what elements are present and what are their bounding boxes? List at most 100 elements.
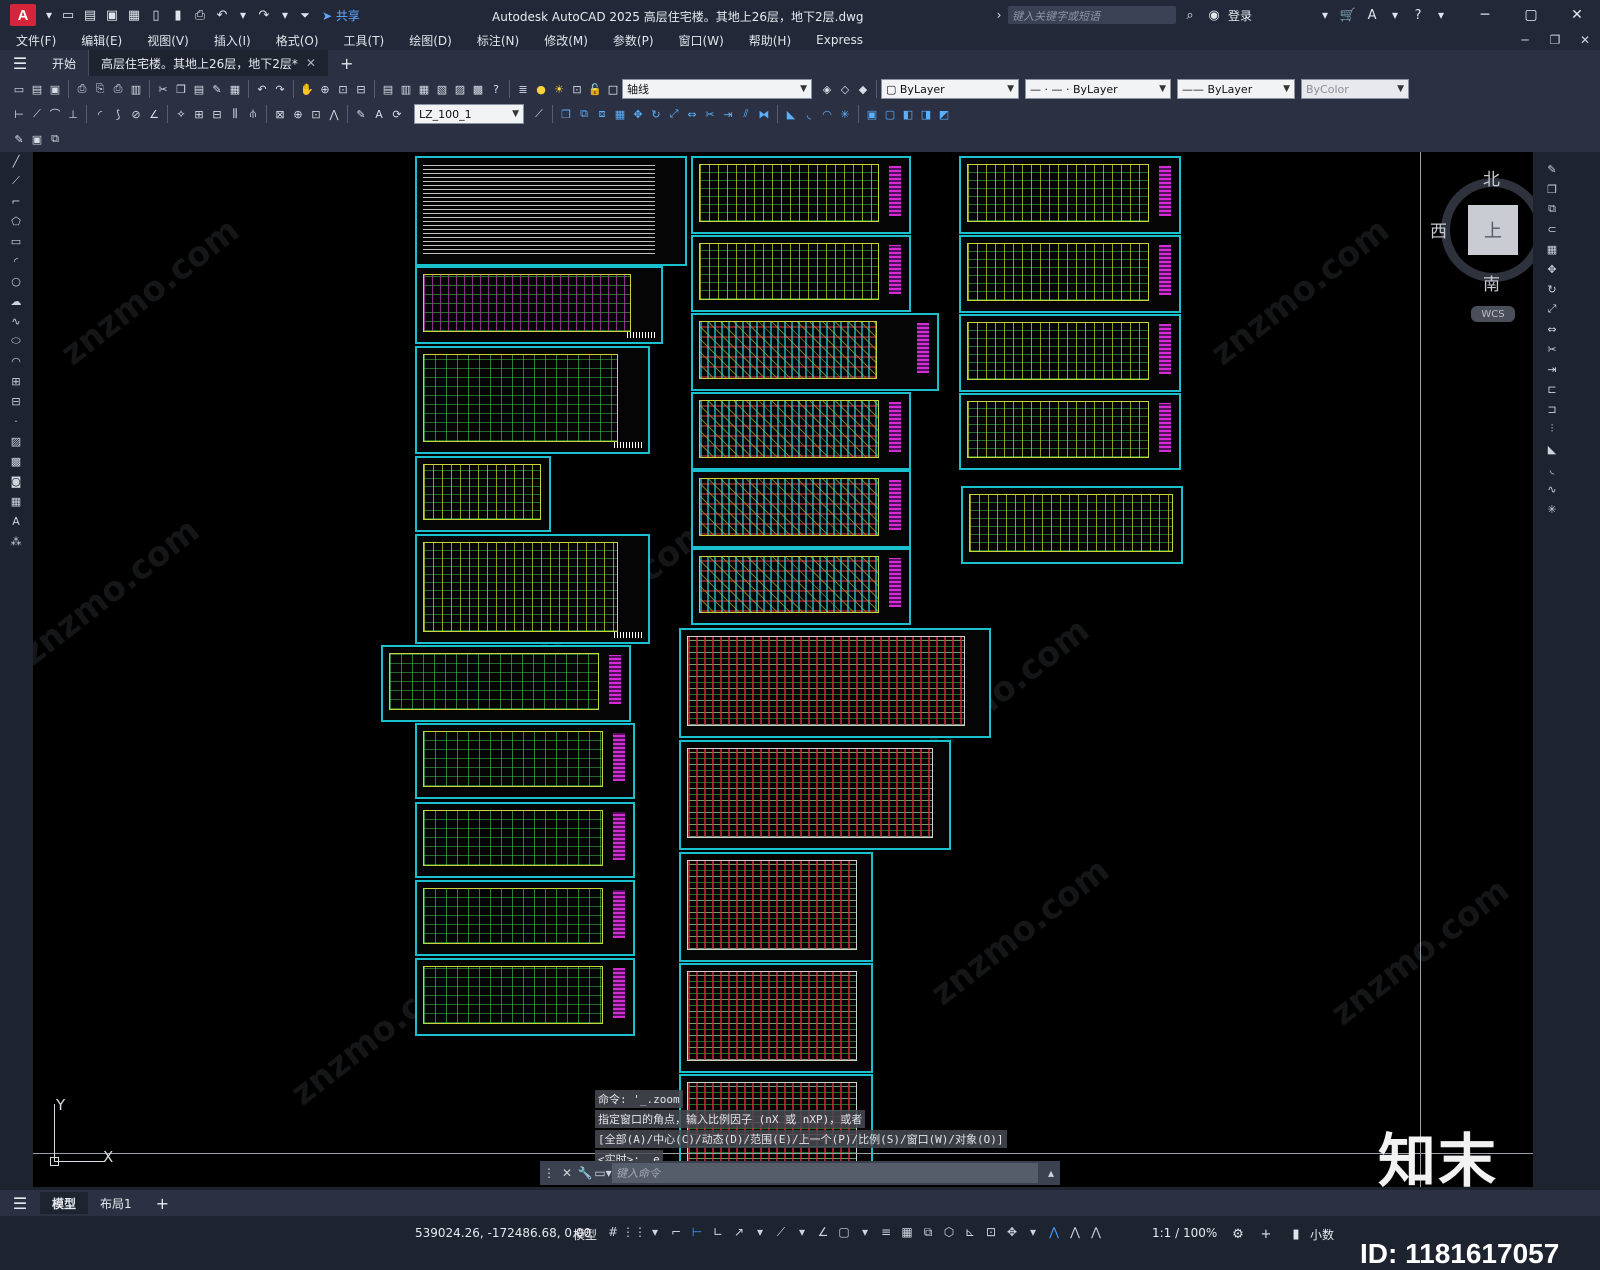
modify-break-icon[interactable]: ⫽ [737, 105, 755, 123]
undo-icon[interactable]: ↶ [212, 5, 232, 25]
add-selected-icon[interactable]: ⁂ [7, 532, 25, 550]
break-at-point-icon[interactable]: ⊏ [1543, 380, 1561, 398]
dim-update-icon[interactable]: ⟳ [388, 105, 406, 123]
lineweight-icon[interactable]: ≡ [877, 1222, 895, 1242]
gradient-icon[interactable]: ▩ [7, 452, 25, 470]
menu-file[interactable]: 文件(F) [16, 32, 56, 49]
new-icon[interactable]: ▭ [58, 5, 78, 25]
tb-redo-icon[interactable]: ↷ [271, 80, 289, 98]
open-web-icon[interactable]: ▯ [146, 5, 166, 25]
draworder-back-icon[interactable]: ▢ [881, 105, 899, 123]
tb-copy-icon[interactable]: ❐ [172, 80, 190, 98]
polygon-icon[interactable]: ⬠ [7, 212, 25, 230]
make-block-icon[interactable]: ⊟ [7, 392, 25, 410]
maximize-icon[interactable]: ▢ [1508, 0, 1554, 30]
tab-close-icon[interactable]: ✕ [306, 56, 316, 70]
compass-south[interactable]: 南 [1483, 270, 1500, 295]
ellipse-arc-icon[interactable]: ◠ [7, 352, 25, 370]
tab-document[interactable]: 高层住宅楼。其地上26层，地下2层* ✕ [89, 50, 328, 76]
tb-calculator-icon[interactable]: ▩ [469, 80, 487, 98]
modify-explode-icon[interactable]: ✳ [836, 105, 854, 123]
block-attribute-manager-icon[interactable]: ▣ [28, 130, 46, 148]
mtext-icon[interactable]: A [7, 512, 25, 530]
jogged-linear-icon[interactable]: ⋀ [325, 105, 343, 123]
dimstyle-dropdown[interactable]: LZ_100_1 ▼ [414, 104, 524, 124]
menu-express[interactable]: Express [816, 33, 863, 47]
infer-constraints-icon[interactable]: ⌐ [667, 1222, 685, 1242]
drawing-sheet[interactable] [961, 486, 1183, 564]
extend-icon[interactable]: ⇥ [1543, 360, 1561, 378]
3d-osnap-icon[interactable]: ⬡ [940, 1222, 958, 1242]
tb-help-icon[interactable]: ? [487, 80, 505, 98]
tolerance-icon[interactable]: ⊠ [271, 105, 289, 123]
drawing-sheet[interactable] [415, 880, 635, 956]
login-button[interactable]: 登录 [1228, 7, 1252, 24]
command-history-toggle-icon[interactable]: ▴ [1042, 1164, 1060, 1182]
drawing-sheet[interactable] [691, 235, 911, 312]
join-icon[interactable]: ⫶ [1543, 420, 1561, 438]
dim-diameter-icon[interactable]: ⊘ [127, 105, 145, 123]
tb-paste-icon[interactable]: ▤ [190, 80, 208, 98]
cursor-coordinates[interactable]: 539024.26, -172486.68, 0.00 [415, 1226, 591, 1240]
insert-block-icon[interactable]: ⊞ [7, 372, 25, 390]
menu-view[interactable]: 视图(V) [147, 32, 189, 49]
menu-modify[interactable]: 修改(M) [544, 32, 588, 49]
dim-aligned-icon[interactable]: ⟋ [28, 105, 46, 123]
search-expand-icon[interactable]: › [990, 6, 1008, 24]
menu-dimension[interactable]: 标注(N) [477, 32, 519, 49]
dim-radius-icon[interactable]: ◜ [91, 105, 109, 123]
modify-move-icon[interactable]: ✥ [629, 105, 647, 123]
layout-menu-icon[interactable]: ☰ [0, 1194, 40, 1213]
drawing-sheet[interactable] [415, 802, 635, 878]
modify-scale-icon[interactable]: ⤢ [665, 105, 683, 123]
modify-blend-icon[interactable]: ◠ [818, 105, 836, 123]
save-as-icon[interactable]: ▦ [124, 5, 144, 25]
dim-style-manager-icon[interactable]: ⟋ [530, 105, 548, 123]
login-dropdown-icon[interactable]: ▾ [1316, 6, 1334, 24]
object-snap-icon[interactable]: ▢ [835, 1222, 853, 1242]
tb-open-icon[interactable]: ▤ [28, 80, 46, 98]
drawing-sheet[interactable] [691, 470, 911, 548]
drawing-sheet-detail-table[interactable] [679, 628, 991, 738]
redo-dropdown-icon[interactable]: ▾ [276, 6, 294, 24]
mirror-icon[interactable]: ⧉ [1543, 200, 1561, 218]
draworder-under-icon[interactable]: ◨ [917, 105, 935, 123]
edit-attribute-icon[interactable]: ✎ [10, 130, 28, 148]
doc-restore-icon[interactable]: ❐ [1540, 30, 1570, 50]
add-layout-icon[interactable]: + [156, 1194, 169, 1213]
drawing-sheet[interactable] [415, 534, 650, 644]
tab-model[interactable]: 模型 [40, 1192, 89, 1214]
auto-scale-icon[interactable]: ⋀ [1066, 1222, 1084, 1242]
dim-quick-icon[interactable]: ⟡ [172, 105, 190, 123]
dim-break-icon[interactable]: ⫛ [244, 105, 262, 123]
drawing-sheet[interactable] [691, 313, 939, 391]
drawing-sheet[interactable] [959, 235, 1181, 313]
viewcube[interactable]: 上 北 南 东 西 WCS [1430, 160, 1533, 322]
rotate-icon[interactable]: ↻ [1543, 280, 1561, 298]
drawing-sheet-detail-table[interactable] [679, 740, 951, 850]
command-close-icon[interactable]: ✕ [558, 1164, 576, 1182]
menu-parametric[interactable]: 参数(P) [613, 32, 654, 49]
array-icon[interactable]: ▦ [1543, 240, 1561, 258]
layer-freeze-sun-icon[interactable]: ☀ [550, 80, 568, 98]
tb-design-center-icon[interactable]: ▥ [397, 80, 415, 98]
modify-offset-icon[interactable]: ⧈ [593, 105, 611, 123]
command-input[interactable]: 键入命令 [612, 1163, 1038, 1183]
recent-commands-icon[interactable]: ▭▾ [594, 1164, 612, 1182]
construction-line-icon[interactable]: ⟋ [7, 172, 25, 190]
line-icon[interactable]: ╱ [7, 152, 25, 170]
layer-previous-icon[interactable]: ◇ [836, 80, 854, 98]
menu-window[interactable]: 窗口(W) [679, 32, 724, 49]
isodraft-dropdown-icon[interactable]: ▾ [793, 1222, 811, 1242]
compass-north[interactable]: 北 [1483, 165, 1500, 190]
tab-start[interactable]: 开始 [40, 50, 90, 76]
drawing-sheet[interactable] [415, 346, 650, 454]
help-icon[interactable]: ? [1408, 5, 1428, 25]
draworder-above-icon[interactable]: ◧ [899, 105, 917, 123]
modify-trim-icon[interactable]: ✂ [701, 105, 719, 123]
open-icon[interactable]: ▤ [80, 5, 100, 25]
annotation-monitor-icon[interactable]: + [1256, 1224, 1276, 1244]
move-icon[interactable]: ✥ [1543, 260, 1561, 278]
plot-icon[interactable]: ⎙ [190, 5, 210, 25]
modify-extend-icon[interactable]: ⇥ [719, 105, 737, 123]
